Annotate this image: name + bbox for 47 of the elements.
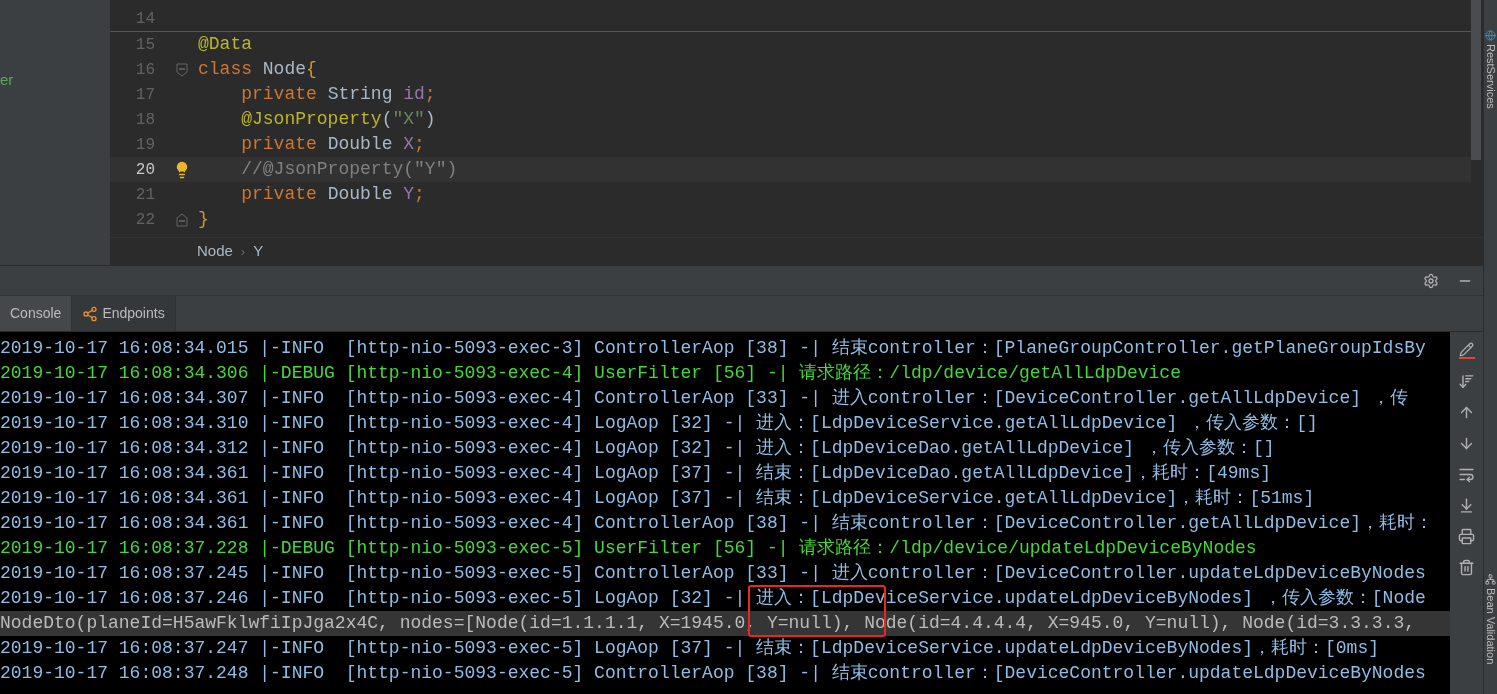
settings-icon[interactable]: [1423, 272, 1439, 289]
code-line: //@JsonProperty("Y"): [240, 158, 458, 181]
line-number: 20: [134, 159, 156, 181]
log-line: 2019-10-17 16:08:37.248 |-INFO [http-nio-5093-exec-5] ControllerAop [38] -| 结束controller：[DeviceController.updateLdpDeviceByNodes: [0, 662, 1427, 685]
code-line: private Double Y;: [240, 183, 425, 206]
endpoints-icon: [82, 305, 99, 322]
line-number: 14: [134, 9, 156, 30]
printer-icon[interactable]: [1458, 528, 1475, 545]
log-line: 2019-10-17 16:08:34.361 |-INFO [http-nio-5093-exec-4] ControllerAop [38] -| 结束controller：[DeviceController.getAllLdpDevice]，耗时：: [0, 512, 1434, 535]
breadcrumb-item[interactable]: Node: [197, 240, 233, 263]
scrollbar-thumb[interactable]: [1471, 0, 1481, 160]
tool-tab[interactable]: Console: [0, 296, 73, 331]
code-line: @JsonProperty("X"): [240, 108, 436, 131]
code-line: private Double X;: [240, 133, 425, 156]
side-tab[interactable]: RestServices: [1484, 30, 1497, 109]
code-line: private String id;: [240, 83, 436, 106]
sidebar-item[interactable]: er: [0, 71, 14, 88]
tool-tab[interactable]: Endpoints: [72, 296, 176, 331]
wrap-icon[interactable]: [1458, 466, 1475, 483]
log-line: 2019-10-17 16:08:34.361 |-INFO [http-nio-5093-exec-4] LogAop [37] -| 结束：[LdpDeviceService.getAllLdpDevice]，耗时：[51ms]: [0, 487, 1316, 510]
line-number: 15: [134, 34, 156, 56]
clear-icon[interactable]: [1458, 342, 1475, 359]
log-line: 2019-10-17 16:08:37.228 |-DEBUG [http-nio-5093-exec-5] UserFilter [56] -| 请求路径：/ldp/device/updateLdpDeviceByNodes: [0, 537, 1258, 560]
log-line: 2019-10-17 16:08:34.361 |-INFO [http-nio-5093-exec-4] LogAop [37] -| 结束：[LdpDeviceDao.getAllLdpDevice]，耗时：[49ms]: [0, 462, 1272, 485]
log-line: 2019-10-17 16:08:34.307 |-INFO [http-nio-5093-exec-4] ControllerAop [33] -| 进入controller：[DeviceController.getAllLdpDevice] ，传: [0, 387, 1409, 410]
globe-icon: [1485, 30, 1496, 41]
log-line: 2019-10-17 16:08:34.306 |-DEBUG [http-nio-5093-exec-4] UserFilter [56] -| 请求路径：/ldp/device/getAllLdpDevice: [0, 362, 1182, 385]
log-line: 2019-10-17 16:08:37.245 |-INFO [http-nio-5093-exec-5] ControllerAop [33] -| 进入controller：[DeviceController.updateLdpDeviceByNodes: [0, 562, 1427, 585]
line-number: 16: [134, 59, 156, 81]
line-number: 17: [134, 84, 156, 106]
line-number: 19: [134, 134, 156, 156]
trash-icon[interactable]: [1458, 559, 1475, 576]
code-line: }: [198, 208, 209, 231]
scroll-to-end-icon[interactable]: [1458, 497, 1475, 514]
line-number: 21: [134, 184, 156, 206]
log-line: 2019-10-17 16:08:37.247 |-INFO [http-nio-5093-exec-5] LogAop [37] -| 结束：[LdpDeviceService.updateLdpDeviceByNodes]，耗时：[0ms]: [0, 637, 1380, 660]
code-line: @Data: [198, 33, 252, 56]
log-line: 2019-10-17 16:08:34.310 |-INFO [http-nio-5093-exec-4] LogAop [32] -| 进入：[LdpDeviceService.getAllLdpDevice] ，传入参数：[]: [0, 412, 1319, 435]
log-line: 2019-10-17 16:08:34.015 |-INFO [http-nio-5093-exec-3] ControllerAop [38] -| 结束controller：[PlaneGroupController.getPlaneGroupIdsBy: [0, 337, 1427, 360]
code-line: class Node{: [198, 58, 317, 81]
log-line: 2019-10-17 16:08:34.312 |-INFO [http-nio-5093-exec-4] LogAop [32] -| 进入：[LdpDeviceDao.getAllLdpDevice] ，传入参数：[]: [0, 437, 1276, 460]
sort-icon[interactable]: [1458, 373, 1475, 390]
breadcrumb-item[interactable]: Y: [253, 240, 264, 263]
breadcrumb-separator: ›: [240, 242, 246, 261]
line-number: 18: [134, 109, 156, 131]
line-number: 22: [134, 209, 156, 231]
side-tab[interactable]: Bean Validation: [1484, 573, 1497, 664]
